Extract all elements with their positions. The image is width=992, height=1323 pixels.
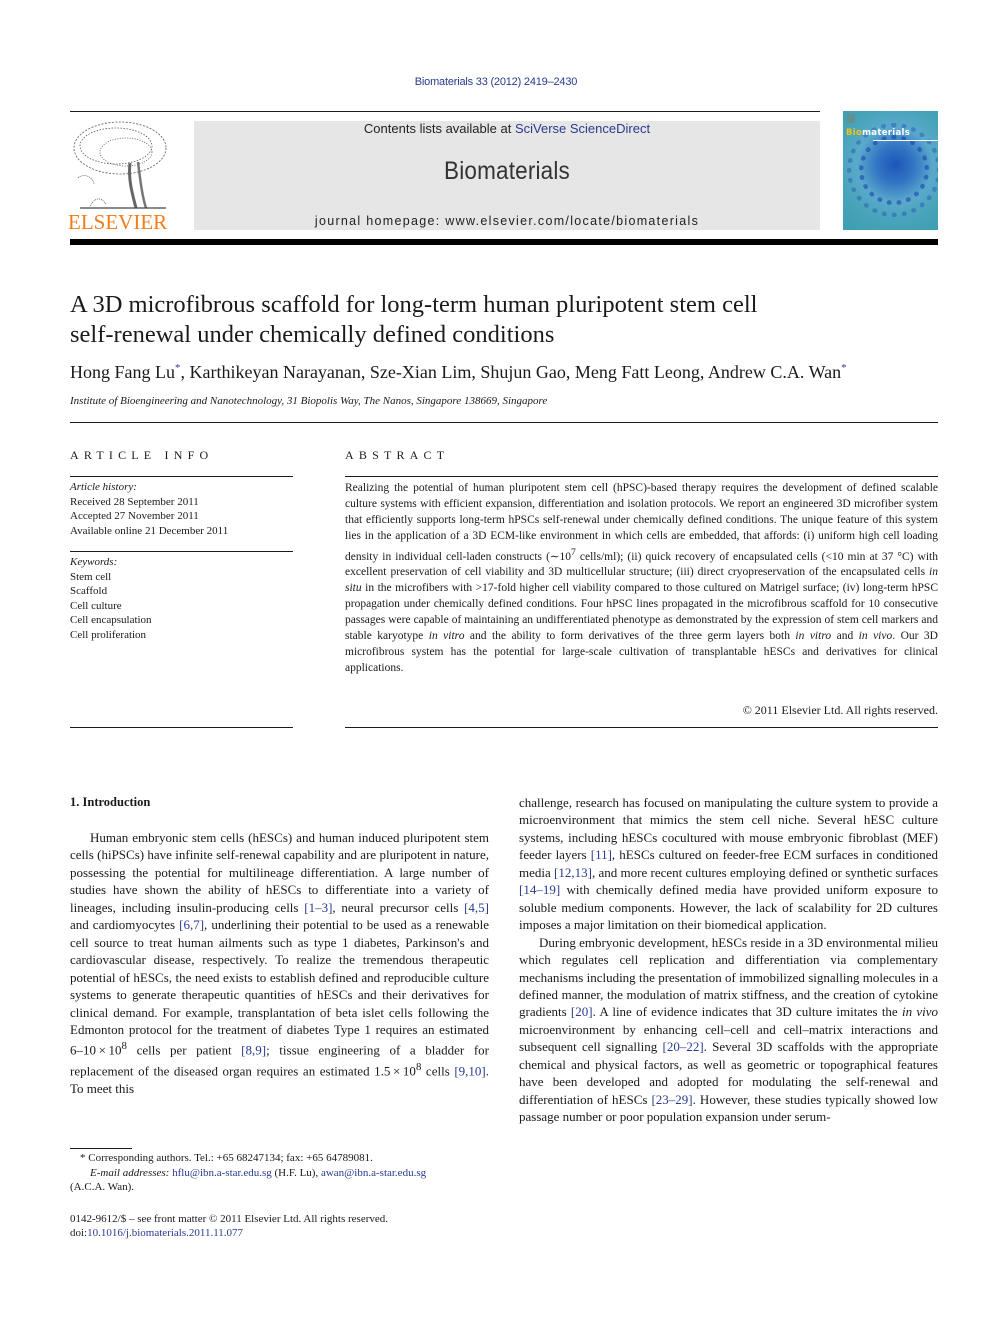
citation-ref[interactable]: [8,9]	[241, 1043, 266, 1058]
citation-ref[interactable]: [6,7]	[179, 917, 204, 932]
citation-ref[interactable]: [4,5]	[464, 900, 489, 915]
citation-ref[interactable]: [14–19]	[519, 882, 560, 897]
article-title-line-2: self-renewal under chemically defined co…	[70, 321, 555, 348]
author-list: Hong Fang Lu*, Karthikeyan Narayanan, Sz…	[70, 362, 847, 382]
article-title-line-1: A 3D microfibrous scaffold for long-term…	[70, 291, 758, 318]
title-block-rule	[70, 422, 938, 423]
corresponding-author-mark[interactable]: *	[175, 362, 181, 374]
keyword[interactable]: Scaffold	[70, 584, 293, 599]
text-run: , neural precursor cells	[332, 899, 465, 915]
citation-ref[interactable]: [1–3]	[304, 900, 332, 915]
keyword[interactable]: Cell culture	[70, 599, 293, 614]
article-info-bottom-rule	[70, 727, 293, 728]
journal-cover-image: Biomaterials	[843, 111, 938, 230]
homepage-link[interactable]: www.elsevier.com/locate/biomaterials	[445, 214, 699, 228]
email-line: E-mail addresses: hflu@ibn.a-star.edu.sg…	[70, 1166, 489, 1181]
abstract-text: Realizing the potential of human pluripo…	[345, 481, 938, 677]
author-name[interactable]: Sze-Xian Lim	[370, 362, 471, 382]
text-run: and cardiomyocytes	[70, 917, 180, 933]
contents-line: Contents lists available at SciVerse Sci…	[194, 121, 820, 136]
text-run: . A line of evidence indicates that 3D c…	[592, 1004, 902, 1020]
text-run: cells per patient	[126, 1042, 242, 1058]
keyword[interactable]: Cell encapsulation	[70, 613, 293, 628]
cover-rule	[873, 140, 938, 141]
author-name[interactable]: Andrew C.A. Wan	[708, 362, 841, 382]
keyword[interactable]: Cell proliferation	[70, 628, 293, 643]
footnote-rule	[70, 1148, 132, 1149]
abstract-copyright: © 2011 Elsevier Ltd. All rights reserved…	[742, 703, 938, 717]
journal-homepage: journal homepage: www.elsevier.com/locat…	[194, 214, 820, 228]
email-link[interactable]: awan@ibn.a-star.edu.sg	[321, 1167, 426, 1179]
article-info-heading: ARTICLE INFO	[70, 448, 214, 462]
journal-name: Biomaterials	[444, 157, 570, 185]
abstract-heading: ABSTRACT	[345, 448, 450, 462]
email-owner: (H.F. Lu),	[271, 1166, 321, 1179]
online-date: Available online 21 December 2011	[70, 524, 229, 537]
text-run: with chemically defined media have provi…	[519, 882, 938, 933]
cover-title-rest: materials	[862, 128, 911, 138]
corresponding-author-footnote: * Corresponding authors. Tel.: +65 68247…	[70, 1151, 489, 1195]
keywords-block: Keywords: Stem cell Scaffold Cell cultur…	[70, 555, 293, 643]
journal-banner: Contents lists available at SciVerse Sci…	[194, 121, 820, 230]
homepage-label: journal homepage:	[314, 214, 446, 228]
author-name[interactable]: Karthikeyan Narayanan	[190, 362, 361, 382]
citation-ref[interactable]: [20–22]	[662, 1039, 703, 1054]
citation-ref[interactable]: [20]	[571, 1004, 593, 1019]
citation-ref[interactable]: [12,13]	[554, 865, 592, 880]
keywords-label: Keywords:	[70, 556, 118, 568]
contents-prefix: Contents lists available at	[363, 121, 515, 136]
journal-citation[interactable]: Biomaterials 33 (2012) 2419–2430	[0, 76, 992, 88]
body-column-right: challenge, research has focused on manip…	[519, 794, 938, 1126]
issn-line: 0142-9612/$ – see front matter © 2011 El…	[70, 1213, 389, 1225]
text-run: , and more recent cultures employing def…	[591, 864, 938, 880]
doi-label: doi:	[70, 1227, 88, 1239]
article-history: Article history: Received 28 September 2…	[70, 480, 293, 538]
email-label: E-mail addresses:	[90, 1166, 170, 1179]
text-run: in vivo	[858, 629, 893, 642]
cover-publisher-icon	[847, 114, 855, 123]
email-owner: (A.C.A. Wan).	[70, 1181, 134, 1193]
email-link[interactable]: hflu@ibn.a-star.edu.sg	[172, 1167, 272, 1179]
doi-link[interactable]: 10.1016/j.biomaterials.2011.11.077	[87, 1227, 243, 1239]
article-title: A 3D microfibrous scaffold for long-term…	[70, 290, 930, 350]
text-run: in vitro	[428, 629, 465, 642]
section-heading-introduction: 1. Introduction	[70, 795, 151, 809]
text-run: and the ability to form derivatives of t…	[464, 629, 796, 642]
sciencedirect-link[interactable]: SciVerse ScienceDirect	[515, 121, 650, 136]
author-name[interactable]: Hong Fang Lu	[70, 362, 175, 382]
corresponding-author-mark[interactable]: *	[841, 362, 847, 374]
doi-line: doi:10.1016/j.biomaterials.2011.11.077	[70, 1226, 243, 1241]
citation-ref[interactable]: [23–29]	[651, 1092, 692, 1107]
header-bottom-rule	[70, 239, 938, 245]
text-run: and	[831, 629, 859, 642]
affiliation: Institute of Bioengineering and Nanotech…	[70, 395, 548, 407]
cover-title: Biomaterials	[846, 128, 910, 138]
cover-title-bio: Bio	[846, 128, 863, 138]
author-name[interactable]: Shujun Gao	[480, 362, 566, 382]
body-column-left: Human embryonic stem cells (hESCs) and h…	[70, 829, 489, 1097]
text-run: , underlining their potential to be used…	[70, 917, 489, 1058]
keyword[interactable]: Stem cell	[70, 570, 293, 585]
elsevier-wordmark: ELSEVIER	[68, 210, 168, 234]
corresponding-note: * Corresponding authors. Tel.: +65 68247…	[80, 1152, 373, 1164]
citation-ref[interactable]: [11]	[591, 847, 612, 862]
text-run: cells	[421, 1063, 455, 1079]
abstract-rule	[345, 476, 938, 477]
citation-ref[interactable]: [9,10]	[454, 1064, 485, 1079]
text-run: in vitro	[795, 629, 832, 642]
abstract-bottom-rule	[345, 727, 938, 728]
header-top-rule	[70, 111, 820, 112]
author-name[interactable]: Meng Fatt Leong	[575, 362, 700, 382]
article-info-rule	[70, 476, 293, 477]
history-label: Article history:	[70, 481, 137, 493]
text-run: in vivo	[901, 1004, 938, 1020]
keywords-rule	[70, 551, 293, 552]
received-date: Received 28 September 2011	[70, 495, 199, 508]
accepted-date: Accepted 27 November 2011	[70, 510, 199, 523]
